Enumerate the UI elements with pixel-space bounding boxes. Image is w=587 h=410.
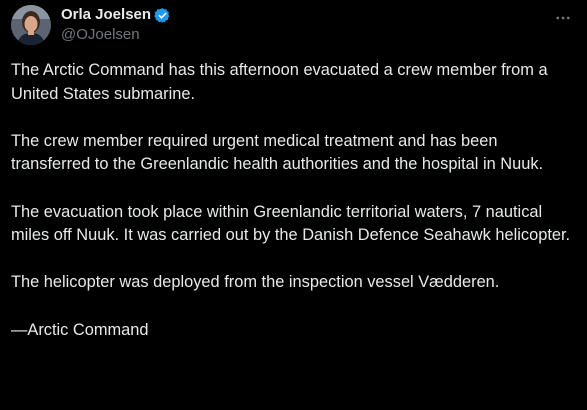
post-paragraph: The crew member required urgent medical … (11, 131, 544, 174)
avatar-image (11, 5, 51, 45)
author-display-name[interactable]: Orla Joelsen (61, 5, 151, 25)
post-paragraph: The Arctic Command has this afternoon ev… (11, 61, 548, 103)
avatar[interactable] (11, 5, 51, 45)
author-block: Orla Joelsen @OJoelsen (61, 5, 171, 45)
post-signature: —Arctic Command (11, 320, 149, 339)
verified-badge-icon (154, 7, 171, 24)
post-paragraph: The evacuation took place within Greenla… (11, 202, 571, 245)
author-handle[interactable]: @OJoelsen (61, 25, 171, 45)
post: Orla Joelsen @OJoelsen The Arctic Comman… (0, 0, 587, 410)
author-name-row: Orla Joelsen (61, 5, 171, 25)
post-text: The Arctic Command has this afternoon ev… (11, 59, 577, 342)
post-paragraph: The helicopter was deployed from the ins… (11, 273, 500, 292)
more-options-button[interactable] (553, 8, 573, 28)
more-horizontal-icon (556, 16, 570, 20)
